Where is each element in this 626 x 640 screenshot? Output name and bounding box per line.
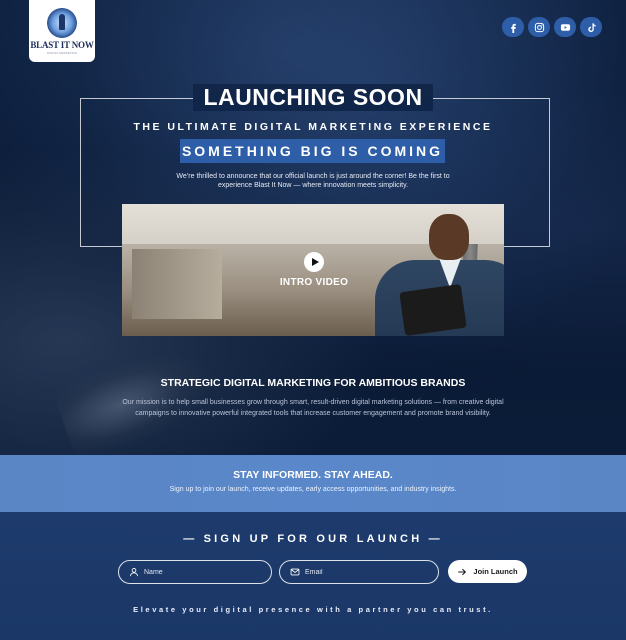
video-window xyxy=(132,249,222,319)
name-field[interactable] xyxy=(118,560,272,584)
email-field[interactable] xyxy=(279,560,439,584)
youtube-icon xyxy=(560,23,570,31)
video-person xyxy=(347,210,504,336)
logo-text: BLAST IT NOW xyxy=(30,40,94,50)
social-links xyxy=(502,17,602,37)
instagram-button[interactable] xyxy=(528,17,550,37)
mission-text: Our mission is to help small businesses … xyxy=(122,399,504,417)
rocket-logo-icon xyxy=(47,8,77,38)
logo[interactable]: BLAST IT NOW DIGITAL MARKETING xyxy=(29,0,95,62)
email-input[interactable] xyxy=(305,568,415,576)
footer-tagline: Elevate your digital presence with a par… xyxy=(133,605,493,614)
arrow-right-icon xyxy=(458,568,467,575)
mail-icon xyxy=(290,568,300,576)
something-big-banner: SOMETHING BIG IS COMING xyxy=(180,139,445,163)
play-icon[interactable] xyxy=(304,252,324,272)
join-launch-button[interactable]: Join Launch xyxy=(448,560,527,583)
strategy-title: STRATEGIC DIGITAL MARKETING FOR AMBITIOU… xyxy=(160,377,466,389)
facebook-button[interactable] xyxy=(502,17,524,37)
launch-title: LAUNCHING SOON xyxy=(0,84,626,111)
signup-section: — SIGN UP FOR OUR LAUNCH — Join Launch E… xyxy=(0,512,626,640)
astronaut-background xyxy=(50,336,220,455)
person-tablet xyxy=(399,283,467,336)
hero-subtitle: THE ULTIMATE DIGITAL MARKETING EXPERIENC… xyxy=(133,121,493,133)
informed-title: STAY INFORMED. STAY AHEAD. xyxy=(233,469,393,481)
user-icon xyxy=(130,568,138,577)
name-input[interactable] xyxy=(144,568,254,576)
tiktok-button[interactable] xyxy=(580,17,602,37)
video-label: INTRO VIDEO xyxy=(279,277,349,288)
person-head xyxy=(429,214,469,260)
instagram-icon xyxy=(534,22,544,32)
signup-title: — SIGN UP FOR OUR LAUNCH — xyxy=(183,533,443,545)
stay-informed-band: STAY INFORMED. STAY AHEAD. Sign up to jo… xyxy=(0,455,626,512)
informed-subtitle: Sign up to join our launch, receive upda… xyxy=(169,486,457,493)
facebook-icon xyxy=(510,23,516,33)
logo-tagline: DIGITAL MARKETING xyxy=(46,51,77,55)
youtube-button[interactable] xyxy=(554,17,576,37)
join-launch-label: Join Launch xyxy=(473,567,518,576)
tiktok-icon xyxy=(587,22,596,32)
announcement-text: We’re thrilled to announce that our offi… xyxy=(176,173,450,189)
hero-section: BLAST IT NOW DIGITAL MARKETING LAUNCHING… xyxy=(0,0,626,455)
launch-title-text: LAUNCHING SOON xyxy=(193,84,433,111)
